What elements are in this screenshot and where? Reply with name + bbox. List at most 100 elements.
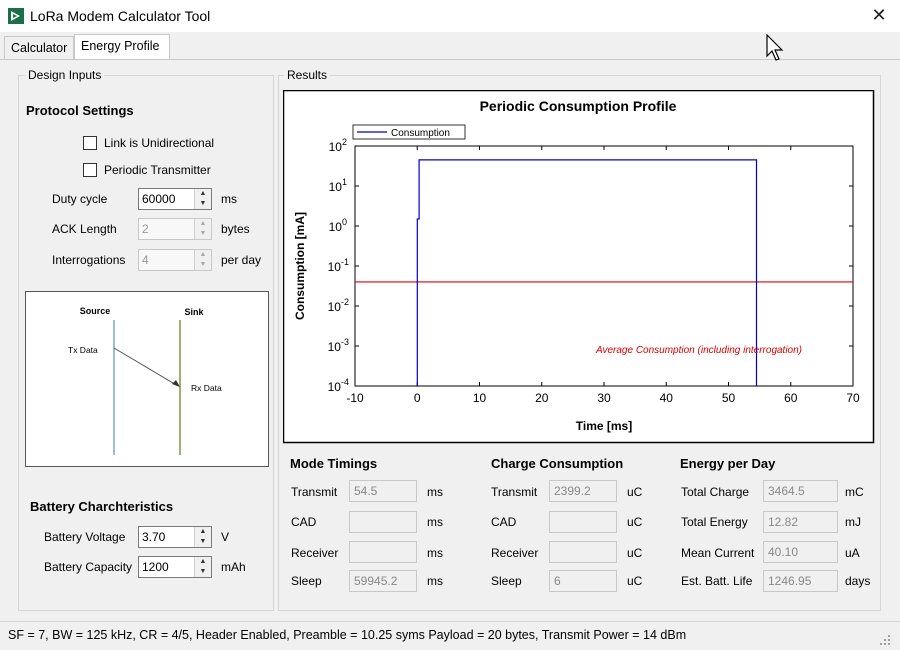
periodic-transmitter-checkbox[interactable] [83,163,97,177]
charge-consumption-heading: Charge Consumption [491,456,624,471]
link-unidirectional-label: Link is Unidirectional [104,136,215,150]
x-tick-label: 20 [535,391,549,405]
average-consumption-annotation: Average Consumption (including interroga… [595,345,802,356]
charge-transmit-value: 2399.2 [549,480,617,502]
mode-cad-unit: ms [427,515,443,529]
increment-icon[interactable]: ▲ [195,527,211,537]
app-logo-icon [8,8,24,24]
batt-life-label: Est. Batt. Life [681,574,753,588]
mode-cad-value [349,511,417,533]
total-charge-value: 3464.5 [763,480,838,502]
x-axis-label: Time [ms] [576,419,632,433]
x-tick-label: 10 [473,391,487,405]
battery-voltage-label: Battery Voltage [44,530,126,544]
chart-title: Periodic Consumption Profile [480,98,677,114]
x-tick-label: 0 [414,391,421,405]
charge-transmit-unit: uC [627,485,643,499]
mode-sleep-unit: ms [427,574,443,588]
diagram-tx-label: Tx Data [68,345,98,355]
mode-receiver-label: Receiver [291,546,339,560]
battery-capacity-value: 1200 [142,560,169,574]
battery-heading: Battery Charchteristics [30,499,174,514]
decrement-icon[interactable]: ▼ [195,199,211,209]
charge-sleep-value: 6 [549,570,617,592]
charge-transmit-label: Transmit [491,485,538,499]
battery-voltage-unit: V [221,530,230,544]
diagram-sink-label: Sink [184,307,204,317]
ack-length-stepper[interactable]: 2 ▲ ▼ [138,218,212,240]
diagram-source-label: Source [80,306,111,316]
duty-cycle-unit: ms [221,192,237,206]
charge-receiver-label: Receiver [491,546,539,560]
charge-receiver-value [549,541,617,563]
window-title: LoRa Modem Calculator Tool [30,8,211,24]
increment-icon[interactable]: ▲ [195,557,211,567]
decrement-icon[interactable]: ▼ [195,229,211,239]
charge-receiver-unit: uC [627,546,643,560]
decrement-icon[interactable]: ▼ [195,537,211,547]
status-text: SF = 7, BW = 125 kHz, CR = 4/5, Header E… [8,628,687,642]
charge-cad-value [549,511,617,533]
duty-cycle-stepper[interactable]: 60000 ▲ ▼ [138,188,212,210]
increment-icon[interactable]: ▲ [195,219,211,229]
increment-icon[interactable]: ▲ [195,250,211,260]
x-tick-label: 30 [597,391,611,405]
batt-life-value: 1246.95 [763,570,838,592]
duty-cycle-value: 60000 [142,192,176,206]
legend: Consumption [352,124,466,140]
interrogations-label: Interrogations [52,253,126,267]
resize-grip-icon[interactable] [876,631,892,647]
consumption-chart: Periodic Consumption Profile -10 0 10 20 30 4… [283,90,875,444]
increment-icon[interactable]: ▲ [195,189,211,199]
mode-transmit-unit: ms [427,485,443,499]
y-axis-label: Consumption [mA] [293,212,307,320]
decrement-icon[interactable]: ▼ [195,260,211,270]
battery-voltage-stepper[interactable]: 3.70 ▲ ▼ [138,526,212,548]
mean-current-value: 40.10 [763,541,838,563]
total-energy-unit: mJ [845,515,861,529]
tab-energy-profile[interactable]: Energy Profile [74,34,170,60]
interrogations-stepper[interactable]: 4 ▲ ▼ [138,249,212,271]
total-charge-unit: mC [845,485,864,499]
battery-voltage-value: 3.70 [142,530,166,544]
mean-current-unit: uA [845,546,860,560]
x-tick-label: -10 [346,391,364,405]
battery-capacity-stepper[interactable]: 1200 ▲ ▼ [138,556,212,578]
diagram-rx-label: Rx Data [191,383,222,393]
mode-receiver-value [349,541,417,563]
mean-current-label: Mean Current [681,546,755,560]
legend-consumption-label: Consumption [391,128,450,139]
link-sequence-diagram: Source Sink Tx Data Rx Data [25,291,269,467]
x-tick-label: 50 [722,391,736,405]
batt-life-unit: days [845,574,871,588]
results-caption: Results [284,68,331,82]
ack-length-label: ACK Length [52,222,117,236]
tab-calculator[interactable]: Calculator [4,36,74,59]
mode-timings-heading: Mode Timings [290,456,378,471]
charge-cad-label: CAD [491,515,517,529]
charge-sleep-label: Sleep [491,574,522,588]
mode-sleep-label: Sleep [291,574,322,588]
ack-length-value: 2 [142,222,149,236]
decrement-icon[interactable]: ▼ [195,567,211,577]
protocol-settings-heading: Protocol Settings [26,103,134,118]
link-unidirectional-checkbox[interactable] [83,136,97,150]
ack-length-unit: bytes [221,222,250,236]
duty-cycle-label: Duty cycle [52,192,108,206]
periodic-transmitter-label: Periodic Transmitter [104,163,211,177]
charge-sleep-unit: uC [627,574,643,588]
x-tick-label: 40 [660,391,674,405]
battery-capacity-label: Battery Capacity [44,560,133,574]
mode-receiver-unit: ms [427,546,443,560]
battery-capacity-unit: mAh [221,560,246,574]
interrogations-value: 4 [142,253,149,267]
mode-sleep-value: 59945.2 [349,570,417,592]
mode-transmit-value: 54.5 [349,480,417,502]
close-icon[interactable]: ✕ [866,4,892,28]
mode-cad-label: CAD [291,515,317,529]
energy-per-day-heading: Energy per Day [680,456,776,471]
charge-cad-unit: uC [627,515,643,529]
mode-transmit-label: Transmit [291,485,338,499]
mouse-cursor-icon [766,34,784,61]
total-charge-label: Total Charge [681,485,750,499]
